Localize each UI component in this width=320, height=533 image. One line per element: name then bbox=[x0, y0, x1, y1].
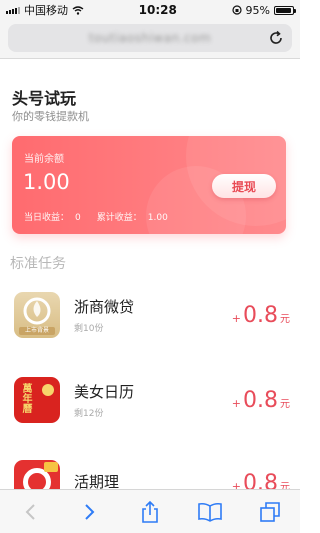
reward-amount: 0.8 bbox=[243, 387, 278, 413]
browser-toolbar bbox=[0, 489, 300, 533]
balance-label: 当前余额 bbox=[24, 154, 64, 165]
carrier-label: 中国移动 bbox=[24, 4, 68, 17]
icon-badge-text: 萬年曆 bbox=[20, 383, 31, 413]
url-text[interactable]: toutiaoshiwan.com bbox=[89, 31, 211, 45]
today-earnings-label: 当日收益： bbox=[24, 213, 70, 223]
total-earnings-label: 累计收益： bbox=[96, 213, 142, 223]
calendar-app-icon: 萬年曆 bbox=[14, 377, 60, 423]
book-icon bbox=[198, 502, 222, 522]
tag-shape bbox=[44, 462, 58, 472]
status-time: 10:28 bbox=[138, 3, 177, 17]
zheshang-app-icon: 上市背景 bbox=[14, 292, 60, 338]
task-name: 浙商微贷 bbox=[74, 298, 135, 316]
reward-unit: 元 bbox=[280, 398, 290, 410]
reward-unit: 元 bbox=[280, 313, 290, 325]
icon-badge-text: 上市背景 bbox=[19, 327, 55, 335]
wifi-icon bbox=[72, 5, 84, 15]
orientation-lock-icon bbox=[231, 5, 242, 15]
reload-icon[interactable] bbox=[268, 30, 284, 46]
status-bar: 中国移动 10:28 95% bbox=[0, 0, 300, 20]
earnings-row: 当日收益： 0 累计收益： 1.00 bbox=[24, 210, 168, 223]
tabs-button[interactable] bbox=[256, 498, 284, 526]
page-title: 头号试玩 bbox=[12, 89, 77, 108]
reward-plus: + bbox=[231, 311, 241, 325]
page-subtitle: 你的零钱提款机 bbox=[12, 110, 89, 123]
reward-amount: 0.8 bbox=[243, 302, 278, 328]
reward-plus: + bbox=[231, 396, 241, 410]
withdraw-button[interactable]: 提现 bbox=[212, 174, 276, 198]
today-earnings: 当日收益： 0 bbox=[24, 210, 81, 223]
battery-icon bbox=[274, 5, 296, 15]
task-name: 美女日历 bbox=[74, 383, 135, 401]
today-earnings-value: 0 bbox=[75, 213, 81, 223]
back-button[interactable] bbox=[16, 498, 44, 526]
status-left: 中国移动 bbox=[6, 2, 84, 18]
balance-card: 当前余额 1.00 提现 当日收益： 0 累计收益： 1.00 bbox=[12, 136, 286, 234]
task-item[interactable]: 上市背景 浙商微贷 剩10份 + 0.8 元 bbox=[14, 290, 290, 340]
task-remaining: 剩12份 bbox=[74, 409, 104, 419]
task-info: 浙商微贷 剩10份 bbox=[74, 296, 232, 334]
forward-button[interactable] bbox=[76, 498, 104, 526]
tabs-icon bbox=[260, 501, 280, 522]
task-remaining: 剩10份 bbox=[74, 324, 104, 334]
share-icon bbox=[142, 500, 158, 523]
address-bar-container: toutiaoshiwan.com bbox=[0, 20, 300, 58]
status-right: 95% bbox=[231, 3, 296, 17]
total-earnings: 累计收益： 1.00 bbox=[97, 210, 168, 223]
bookmarks-button[interactable] bbox=[196, 498, 224, 526]
battery-percent: 95% bbox=[245, 3, 270, 17]
section-title: 标准任务 bbox=[10, 256, 66, 272]
balance-value: 1.00 bbox=[23, 170, 70, 194]
address-bar[interactable]: toutiaoshiwan.com bbox=[8, 24, 292, 52]
divider bbox=[0, 58, 300, 59]
calendar-dot-icon bbox=[42, 384, 54, 396]
task-name: 活期理 bbox=[74, 472, 120, 491]
task-info: 美女日历 剩12份 bbox=[74, 381, 232, 419]
signal-icon bbox=[6, 6, 20, 14]
chevron-right-icon bbox=[85, 503, 95, 520]
chevron-left-icon bbox=[25, 503, 35, 520]
task-item[interactable]: 萬年曆 美女日历 剩12份 + 0.8 元 bbox=[14, 375, 290, 425]
task-reward: + 0.8 元 bbox=[232, 303, 290, 328]
task-reward: + 0.8 元 bbox=[232, 388, 290, 413]
total-earnings-value: 1.00 bbox=[147, 213, 168, 223]
share-button[interactable] bbox=[136, 498, 164, 526]
